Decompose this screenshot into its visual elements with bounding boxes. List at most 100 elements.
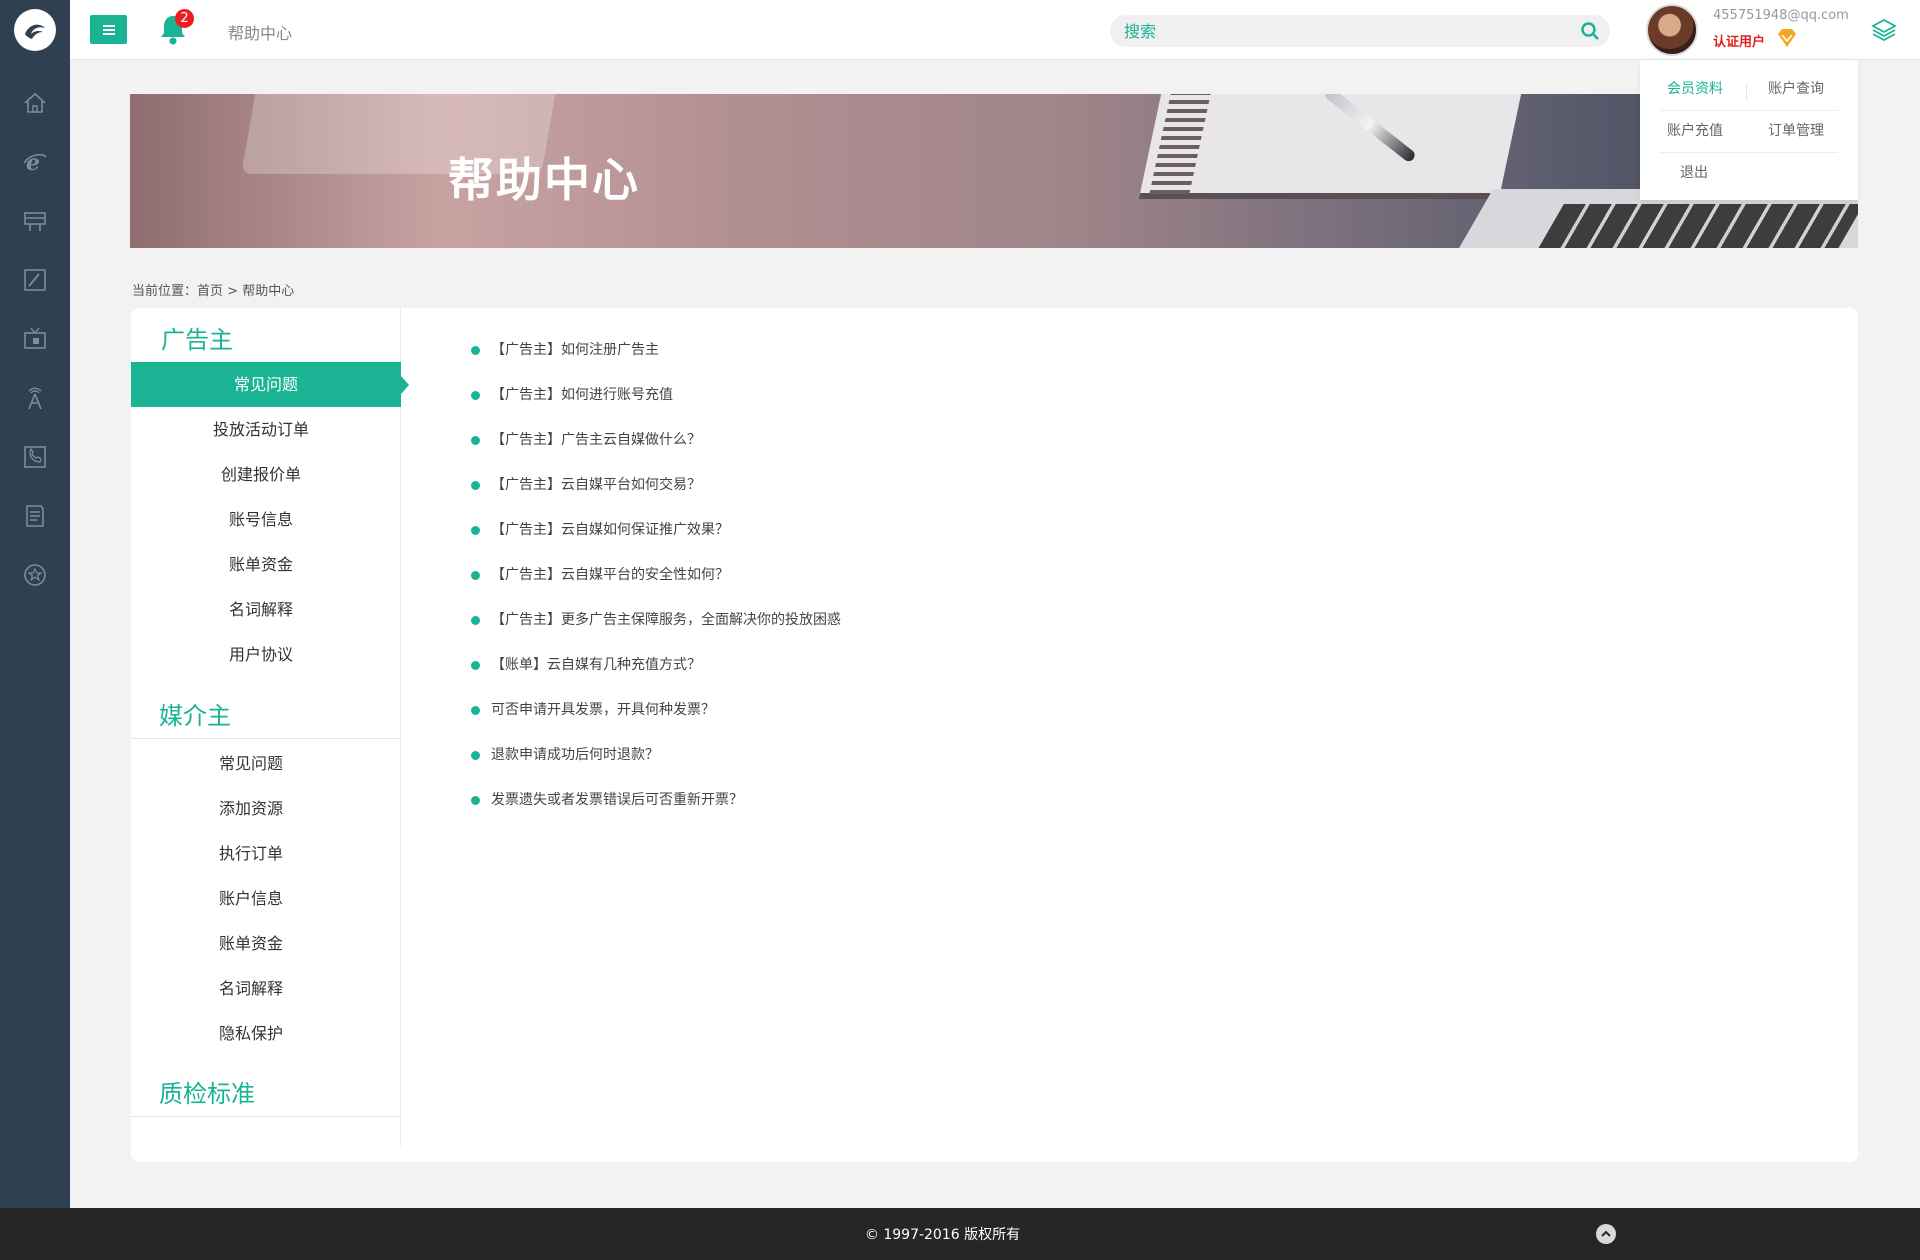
faq-item[interactable]: 【广告主】如何进行账号充值 (471, 387, 841, 432)
menu-account-query[interactable]: 账户查询 (1768, 78, 1824, 98)
home-icon (24, 92, 46, 113)
advertiser-menu-item[interactable]: 用户协议 (131, 632, 391, 677)
menu-member-profile[interactable]: 会员资料 (1667, 78, 1723, 98)
menu-account-recharge[interactable]: 账户充值 (1667, 120, 1723, 140)
logo-icon (14, 9, 56, 51)
hamburger-icon (102, 24, 115, 35)
nav-home[interactable] (0, 73, 70, 132)
nav-browser[interactable]: e (0, 132, 70, 191)
faq-item[interactable]: 【广告主】广告主云自媒做什么？ (471, 432, 841, 477)
menu-order-management[interactable]: 订单管理 (1768, 120, 1824, 140)
faq-item[interactable]: 【广告主】云自媒如何保证推广效果？ (471, 522, 841, 567)
bullet-icon (471, 346, 480, 355)
page-title: 帮助中心 (228, 24, 293, 43)
left-sidebar: e (0, 0, 70, 1208)
nav-antenna[interactable] (0, 368, 70, 427)
advertiser-menu-item[interactable]: 名词解释 (131, 587, 391, 632)
faq-link[interactable]: 【广告主】广告主云自媒做什么？ (491, 432, 701, 448)
breadcrumb-separator: > (223, 284, 243, 299)
bullet-icon (471, 706, 480, 715)
faq-link[interactable]: 【广告主】云自媒如何保证推广效果？ (491, 522, 729, 538)
media-menu-item[interactable]: 常见问题 (131, 741, 371, 786)
bullet-icon (471, 796, 480, 805)
faq-item[interactable]: 【广告主】云自媒平台如何交易？ (471, 477, 841, 522)
user-dropdown-menu: 会员资料 账户查询 账户充值 订单管理 退出 (1640, 60, 1858, 200)
back-to-top-button[interactable] (1596, 1224, 1616, 1244)
breadcrumb-current: 帮助中心 (242, 284, 295, 299)
media-menu-item[interactable]: 账户信息 (131, 876, 371, 921)
bullet-icon (471, 661, 480, 670)
notification-button[interactable]: 2 (156, 9, 194, 48)
bullet-icon (471, 616, 480, 625)
faq-item[interactable]: 【账单】云自媒有几种充值方式？ (471, 657, 841, 702)
nav-billboard[interactable] (0, 191, 70, 250)
logo[interactable] (0, 0, 70, 60)
advertiser-menu-item[interactable]: 创建报价单 (131, 452, 391, 497)
advertiser-menu-item[interactable]: 常见问题 (131, 362, 409, 407)
antenna-icon (28, 387, 42, 409)
media-menu-item[interactable]: 账单资金 (131, 921, 371, 966)
bullet-icon (471, 526, 480, 535)
faq-item[interactable]: 【广告主】如何注册广告主 (471, 342, 841, 387)
nav-pen[interactable] (0, 250, 70, 309)
divider (1660, 110, 1838, 111)
breadcrumb: 当前位置：首页 > 帮助中心 (132, 280, 294, 299)
top-bar: 2 帮助中心 455751948@qq.com 认证用户 (70, 0, 1920, 60)
star-icon (24, 563, 46, 586)
breadcrumb-prefix: 当前位置： (132, 284, 198, 299)
footer: © 1997-2016 版权所有 (0, 1208, 1920, 1260)
layers-icon[interactable] (1870, 16, 1898, 44)
tv-icon (24, 327, 46, 349)
section-title-quality[interactable]: 质检标准 (159, 1074, 255, 1109)
bullet-icon (471, 571, 480, 580)
help-category-menu: 广告主 常见问题 投放活动订单 创建报价单 账号信息 账单资金 名词解释 用户协… (131, 308, 409, 1146)
media-menu-item[interactable]: 隐私保护 (131, 1011, 371, 1056)
faq-item[interactable]: 可否申请开具发票，开具何种发票？ (471, 702, 841, 747)
advertiser-menu-item[interactable]: 账号信息 (131, 497, 391, 542)
faq-link[interactable]: 可否申请开具发票，开具何种发票？ (491, 702, 715, 718)
help-content-card: 广告主 常见问题 投放活动订单 创建报价单 账号信息 账单资金 名词解释 用户协… (131, 308, 1858, 1162)
user-role: 认证用户 (1713, 35, 1766, 50)
bullet-icon (471, 391, 480, 400)
banner-title: 帮助中心 (448, 153, 640, 207)
advertiser-menu-item[interactable]: 账单资金 (131, 542, 391, 587)
nav-star[interactable] (0, 545, 70, 604)
faq-link[interactable]: 【广告主】如何进行账号充值 (491, 387, 673, 403)
search-icon[interactable] (1580, 21, 1600, 41)
avatar[interactable] (1646, 4, 1698, 56)
faq-link[interactable]: 【广告主】云自媒平台的安全性如何？ (491, 567, 729, 583)
divider (1660, 152, 1838, 153)
media-menu-item[interactable]: 添加资源 (131, 786, 371, 831)
faq-link[interactable]: 发票遗失或者发票错误后可否重新开票？ (491, 792, 743, 808)
menu-logout[interactable]: 退出 (1680, 162, 1708, 182)
faq-item[interactable]: 退款申请成功后何时退款？ (471, 747, 841, 792)
media-menu-item[interactable]: 名词解释 (131, 966, 371, 1011)
phone-icon (24, 445, 46, 468)
nav-tv[interactable] (0, 309, 70, 368)
search-input[interactable] (1110, 15, 1550, 47)
faq-item[interactable]: 【广告主】云自媒平台的安全性如何？ (471, 567, 841, 612)
billboard-icon (24, 211, 46, 231)
advertiser-menu-item[interactable]: 投放活动订单 (131, 407, 391, 452)
nav-phone[interactable] (0, 427, 70, 486)
search-box (1110, 15, 1610, 47)
banner: 帮助中心 (130, 94, 1858, 248)
divider (1746, 84, 1747, 100)
vip-diamond-icon (1778, 29, 1796, 47)
faq-link[interactable]: 【账单】云自媒有几种充值方式？ (491, 657, 701, 673)
nav-document[interactable] (0, 486, 70, 545)
divider (131, 1116, 401, 1117)
faq-link[interactable]: 退款申请成功后何时退款？ (491, 747, 659, 763)
media-menu-item[interactable]: 执行订单 (131, 831, 371, 876)
faq-link[interactable]: 【广告主】如何注册广告主 (491, 342, 659, 358)
menu-toggle-button[interactable] (90, 15, 127, 44)
faq-link[interactable]: 【广告主】更多广告主保障服务，全面解决你的投放困惑 (491, 612, 841, 628)
svg-text:e: e (26, 150, 40, 175)
faq-item[interactable]: 【广告主】更多广告主保障服务，全面解决你的投放困惑 (471, 612, 841, 657)
notification-badge: 2 (175, 9, 194, 28)
breadcrumb-home-link[interactable]: 首页 (197, 284, 223, 299)
divider (131, 738, 401, 739)
faq-item[interactable]: 发票遗失或者发票错误后可否重新开票？ (471, 792, 841, 837)
faq-list: 【广告主】如何注册广告主 【广告主】如何进行账号充值 【广告主】广告主云自媒做什… (471, 342, 841, 837)
faq-link[interactable]: 【广告主】云自媒平台如何交易？ (491, 477, 701, 493)
